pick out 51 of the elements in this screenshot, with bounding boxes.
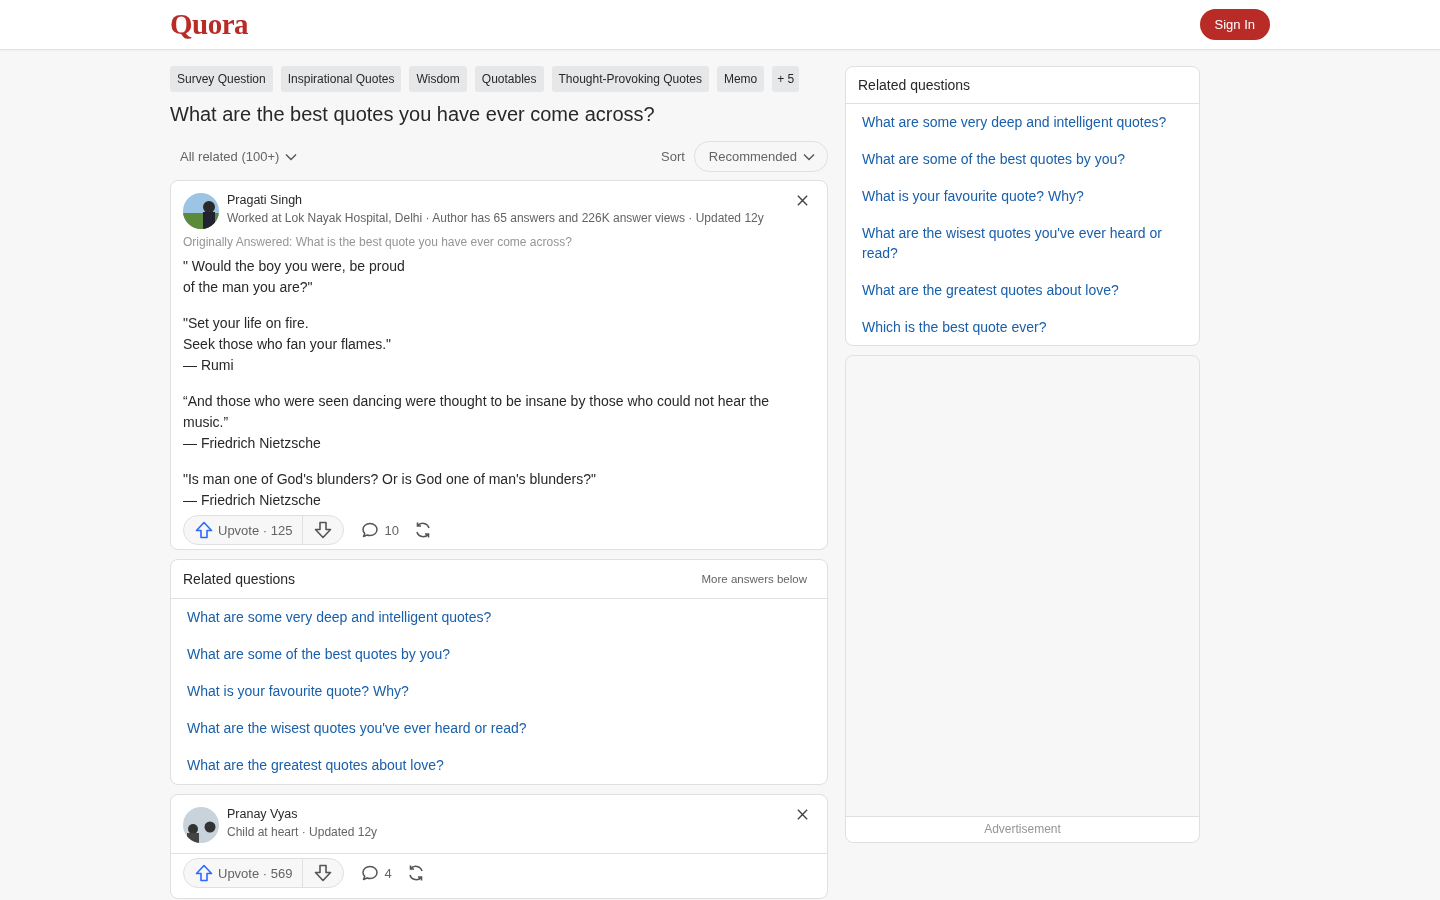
comment-icon <box>360 863 381 883</box>
related-question-link[interactable]: What are the greatest quotes about love? <box>187 755 811 775</box>
sort-label: Sort <box>661 149 685 164</box>
advertisement-label: Advertisement <box>846 817 1199 842</box>
related-question-link[interactable]: What are some very deep and intelligent quotes? <box>862 112 1183 132</box>
author-credential: Child at heart · Updated 12y <box>227 825 379 839</box>
sign-in-button[interactable]: Sign In <box>1199 9 1270 40</box>
downvote-arrow-icon <box>313 863 334 883</box>
author-name[interactable]: Pragati Singh <box>227 193 788 207</box>
close-icon[interactable] <box>796 808 809 821</box>
close-icon[interactable] <box>796 194 809 207</box>
related-question-link[interactable]: What are the wisest quotes you've ever heard or read? <box>862 223 1183 263</box>
avatar[interactable] <box>183 193 219 229</box>
topic-tag[interactable]: Inspirational Quotes <box>280 66 402 92</box>
topic-tag[interactable]: Quotables <box>474 66 544 92</box>
topic-tag[interactable]: Memo <box>716 66 765 92</box>
topic-tag[interactable]: Wisdom <box>409 66 467 92</box>
originally-answered-note: Originally Answered: What is the best quote you have ever come across? <box>183 235 573 249</box>
related-questions-title: Related questions <box>858 77 971 93</box>
related-question-link[interactable]: What are some of the best quotes by you? <box>187 644 811 664</box>
related-question-link[interactable]: What are the wisest quotes you've ever heard or read? <box>187 718 811 738</box>
more-topics-tag[interactable]: + 5 <box>772 66 800 92</box>
related-question-link[interactable]: What are some of the best quotes by you? <box>862 149 1183 169</box>
chevron-down-icon <box>285 152 298 161</box>
related-question-link[interactable]: Which is the best quote ever? <box>862 317 1183 337</box>
answer-paragraph: "Is man one of God's blunders? Or is God one of man's blunders?" — Friedrich Nietzsche <box>183 470 597 510</box>
chevron-down-icon <box>803 152 815 161</box>
related-questions-title: Related questions <box>183 571 296 587</box>
sort-dropdown[interactable]: Recommended <box>693 141 828 172</box>
downvote-arrow-icon <box>313 520 334 540</box>
related-filter-dropdown[interactable]: All related (100+) <box>170 149 298 164</box>
related-question-link[interactable]: What are some very deep and intelligent quotes? <box>187 607 811 627</box>
author-name[interactable]: Pranay Vyas <box>227 807 788 821</box>
related-question-link[interactable]: What is your favourite quote? Why? <box>862 186 1183 206</box>
question-title: What are the best quotes you have ever come across? <box>170 102 656 127</box>
logo[interactable]: Quora <box>170 8 249 41</box>
author-credential: Worked at Lok Nayak Hospital, Delhi · Author has 65 answers and 226K answer views · Updated 12y <box>227 211 765 225</box>
answer-paragraph: "Set your life on fire. Seek those who fan your flames." — Rumi <box>183 314 393 375</box>
topic-tag[interactable]: Survey Question <box>170 66 273 92</box>
comments-button[interactable]: 10 <box>358 520 399 540</box>
answer-paragraph: “And those who were seen dancing were thought to be insane by those who could not hear the music.” — Friedrich Nietzsche <box>183 392 771 453</box>
upvote-arrow-icon <box>194 520 214 540</box>
comment-icon <box>360 520 381 540</box>
related-question-link[interactable]: What are the greatest quotes about love? <box>862 280 1183 300</box>
topic-tag[interactable]: Thought-Provoking Quotes <box>551 66 709 92</box>
comments-button[interactable]: 4 <box>358 863 392 883</box>
answer-paragraph: " Would the boy you were, be proud of the man you are?" <box>183 257 406 297</box>
more-answers-note: More answers below <box>701 573 807 585</box>
upvote-arrow-icon <box>194 863 214 883</box>
avatar[interactable] <box>183 807 219 843</box>
related-question-link[interactable]: What is your favourite quote? Why? <box>187 681 811 701</box>
